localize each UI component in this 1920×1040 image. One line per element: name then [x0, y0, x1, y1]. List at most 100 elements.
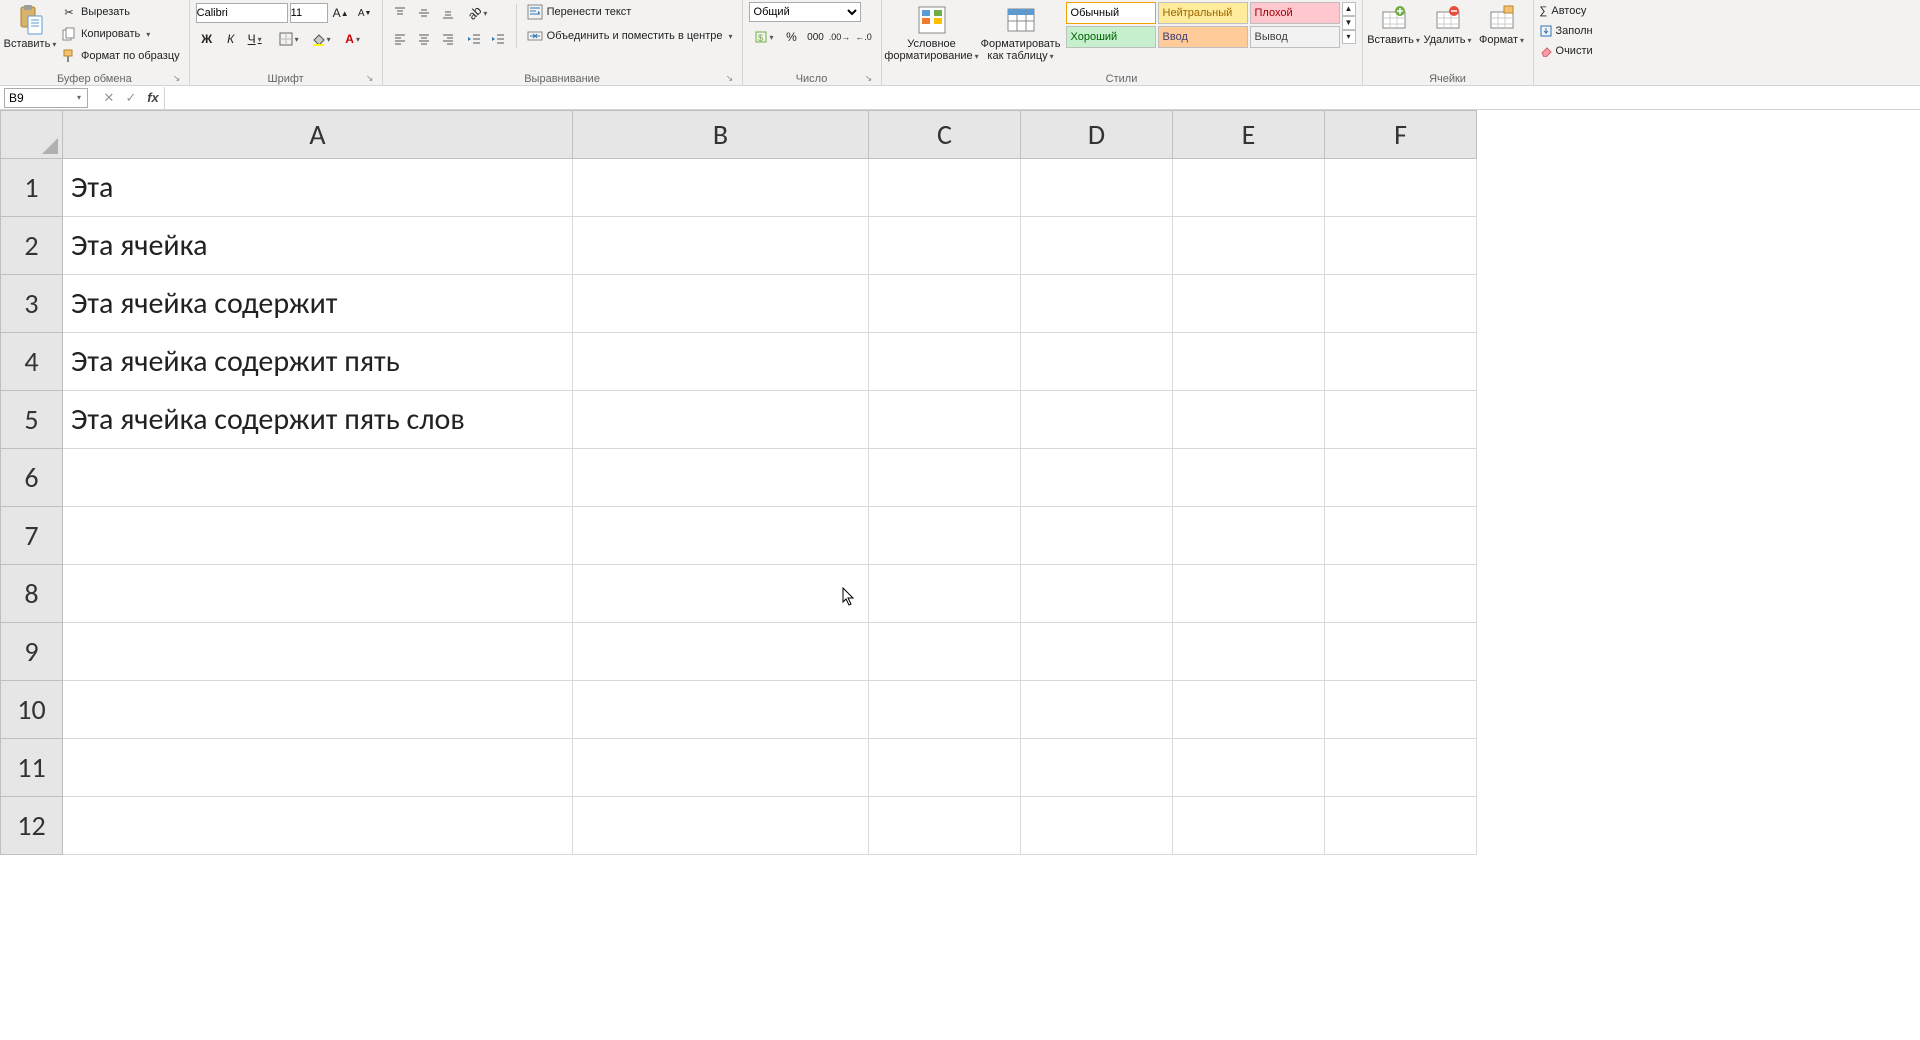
style-chip-Хороший[interactable]: Хороший [1066, 26, 1156, 48]
cell-D11[interactable] [1021, 739, 1173, 797]
formula-input[interactable] [164, 87, 1920, 109]
cell-A9[interactable] [63, 623, 573, 681]
cell-C3[interactable] [869, 275, 1021, 333]
gallery-up-button[interactable]: ▲ [1342, 2, 1356, 16]
align-top-button[interactable] [389, 2, 411, 24]
font-color-button[interactable]: A▾ [338, 28, 368, 50]
cell-F8[interactable] [1325, 565, 1477, 623]
cell-D8[interactable] [1021, 565, 1173, 623]
cell-D12[interactable] [1021, 797, 1173, 855]
chevron-down-icon[interactable]: ▾ [71, 93, 87, 102]
cell-C8[interactable] [869, 565, 1021, 623]
cell-F7[interactable] [1325, 507, 1477, 565]
fill-color-button[interactable]: ▾ [306, 28, 336, 50]
cell-A5[interactable]: Эта ячейка содержит пять слов [63, 391, 573, 449]
cell-D4[interactable] [1021, 333, 1173, 391]
conditional-formatting-button[interactable]: Условное форматирование▾ [888, 2, 976, 63]
row-header-9[interactable]: 9 [1, 623, 63, 681]
select-all-corner[interactable] [1, 111, 63, 159]
cell-D1[interactable] [1021, 159, 1173, 217]
cell-B6[interactable] [573, 449, 869, 507]
italic-button[interactable]: К [220, 28, 242, 50]
paste-button[interactable]: Вставить▾ [6, 2, 54, 51]
cell-D5[interactable] [1021, 391, 1173, 449]
cell-F5[interactable] [1325, 391, 1477, 449]
format-painter-button[interactable]: Формат по образцу [58, 46, 183, 66]
comma-style-button[interactable]: 000 [805, 26, 827, 48]
cell-C5[interactable] [869, 391, 1021, 449]
cell-E11[interactable] [1173, 739, 1325, 797]
column-header-A[interactable]: A [63, 111, 573, 159]
style-chip-Вывод[interactable]: Вывод [1250, 26, 1340, 48]
align-middle-button[interactable] [413, 2, 435, 24]
cell-E8[interactable] [1173, 565, 1325, 623]
cell-C6[interactable] [869, 449, 1021, 507]
autosum-button[interactable]: ∑Автосу [1540, 2, 1587, 20]
cell-F9[interactable] [1325, 623, 1477, 681]
row-header-3[interactable]: 3 [1, 275, 63, 333]
cell-E12[interactable] [1173, 797, 1325, 855]
style-chip-Нейтральный[interactable]: Нейтральный [1158, 2, 1248, 24]
cell-C10[interactable] [869, 681, 1021, 739]
dialog-launcher-icon[interactable] [364, 72, 376, 84]
style-chip-Плохой[interactable]: Плохой [1250, 2, 1340, 24]
increase-font-button[interactable]: A▲ [330, 2, 352, 24]
style-chip-Обычный[interactable]: Обычный [1066, 2, 1156, 24]
cell-A11[interactable] [63, 739, 573, 797]
cell-F2[interactable] [1325, 217, 1477, 275]
cell-C12[interactable] [869, 797, 1021, 855]
cell-D3[interactable] [1021, 275, 1173, 333]
cut-button[interactable]: ✂ Вырезать [58, 2, 183, 22]
cell-E4[interactable] [1173, 333, 1325, 391]
format-as-table-button[interactable]: Форматировать как таблицу▾ [980, 2, 1062, 63]
cancel-formula-button[interactable]: ✕ [98, 87, 120, 109]
decrease-decimal-button[interactable]: ←.0 [853, 26, 875, 48]
row-header-5[interactable]: 5 [1, 391, 63, 449]
merge-center-button[interactable]: Объединить и поместить в центре▾ [524, 26, 736, 46]
cell-C7[interactable] [869, 507, 1021, 565]
cell-A10[interactable] [63, 681, 573, 739]
column-header-D[interactable]: D [1021, 111, 1173, 159]
style-chip-Ввод[interactable]: Ввод [1158, 26, 1248, 48]
insert-function-button[interactable]: fx [142, 87, 164, 109]
cell-C1[interactable] [869, 159, 1021, 217]
cell-B8[interactable] [573, 565, 869, 623]
delete-cells-button[interactable]: Удалить▾ [1423, 2, 1473, 46]
dialog-launcher-icon[interactable] [724, 72, 736, 84]
clear-button[interactable]: Очисти [1540, 42, 1593, 60]
font-size-input[interactable] [290, 3, 328, 23]
dialog-launcher-icon[interactable] [171, 72, 183, 84]
cell-F1[interactable] [1325, 159, 1477, 217]
cell-B4[interactable] [573, 333, 869, 391]
gallery-down-button[interactable]: ▼ [1342, 16, 1356, 30]
row-header-1[interactable]: 1 [1, 159, 63, 217]
column-header-B[interactable]: B [573, 111, 869, 159]
cell-F4[interactable] [1325, 333, 1477, 391]
row-header-2[interactable]: 2 [1, 217, 63, 275]
cell-F12[interactable] [1325, 797, 1477, 855]
decrease-font-button[interactable]: A▼ [354, 2, 376, 24]
decrease-indent-button[interactable] [463, 28, 485, 50]
cell-B10[interactable] [573, 681, 869, 739]
align-center-button[interactable] [413, 28, 435, 50]
column-header-F[interactable]: F [1325, 111, 1477, 159]
cell-A1[interactable]: Эта [63, 159, 573, 217]
name-box-input[interactable] [5, 91, 69, 105]
cell-D2[interactable] [1021, 217, 1173, 275]
row-header-10[interactable]: 10 [1, 681, 63, 739]
cell-B1[interactable] [573, 159, 869, 217]
cell-D6[interactable] [1021, 449, 1173, 507]
cell-B7[interactable] [573, 507, 869, 565]
cell-B2[interactable] [573, 217, 869, 275]
cell-C4[interactable] [869, 333, 1021, 391]
percent-button[interactable]: % [781, 26, 803, 48]
column-header-E[interactable]: E [1173, 111, 1325, 159]
cell-A12[interactable] [63, 797, 573, 855]
cell-A6[interactable] [63, 449, 573, 507]
number-format-select[interactable]: Общий [749, 2, 861, 22]
font-name-input[interactable] [196, 3, 288, 23]
cell-E1[interactable] [1173, 159, 1325, 217]
cell-B5[interactable] [573, 391, 869, 449]
cell-C11[interactable] [869, 739, 1021, 797]
cell-E6[interactable] [1173, 449, 1325, 507]
